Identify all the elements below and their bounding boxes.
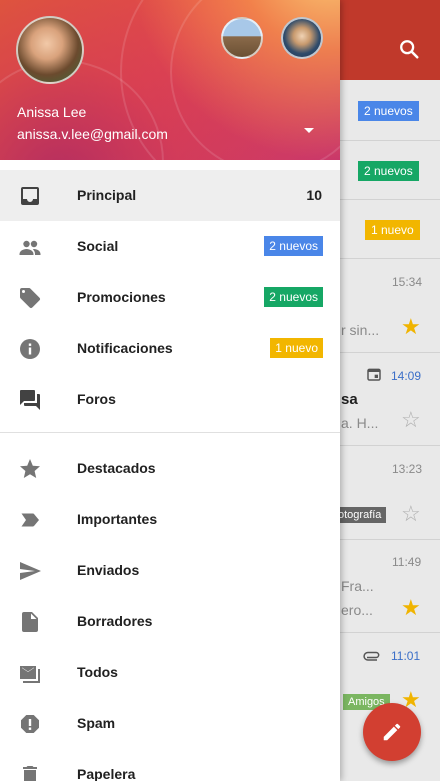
drawer-item-label: Spam xyxy=(77,715,116,731)
message-snippet: a. H... xyxy=(341,415,379,431)
drawer-item-promociones[interactable]: Promociones 2 nuevos xyxy=(0,272,340,323)
drawer-item-label: Importantes xyxy=(77,511,158,527)
drawer-item-notificaciones[interactable]: Notificaciones 1 nuevo xyxy=(0,323,340,374)
drawer-item-label: Enviados xyxy=(77,562,140,578)
attachment-icon xyxy=(362,647,382,668)
new-badge: 2 nuevos xyxy=(264,236,323,256)
star-icon[interactable]: ☆ xyxy=(401,409,421,431)
new-badge: 2 nuevos xyxy=(264,287,323,307)
tag-icon xyxy=(18,286,42,310)
divider xyxy=(340,199,440,200)
drawer-item-foros[interactable]: Foros xyxy=(0,374,340,425)
forum-icon xyxy=(18,388,42,412)
compose-button[interactable] xyxy=(363,703,421,761)
secondary-account-avatar[interactable] xyxy=(221,17,263,59)
account-header: Anissa Lee anissa.v.lee@gmail.com xyxy=(0,0,340,264)
message-time: 13:23 xyxy=(392,462,423,476)
drawer-item-papelera[interactable]: Papelera xyxy=(0,749,340,781)
divider xyxy=(340,352,440,353)
label-chip: otografía xyxy=(333,507,387,523)
star-icon xyxy=(18,457,42,481)
drawer-item-label: Foros xyxy=(77,391,116,407)
category-chip: 2 nuevos xyxy=(358,161,419,181)
secondary-account-avatar[interactable] xyxy=(281,17,323,59)
drawer-item-social[interactable]: Social 2 nuevos xyxy=(0,221,340,272)
navigation-drawer: Anissa Lee anissa.v.lee@gmail.com Princi… xyxy=(0,0,340,781)
draft-icon xyxy=(18,610,42,634)
star-icon[interactable]: ★ xyxy=(401,597,421,619)
star-icon[interactable]: ★ xyxy=(401,316,421,338)
drawer-item-label: Promociones xyxy=(77,289,166,305)
drawer-item-principal[interactable]: Principal 10 xyxy=(0,170,340,221)
divider xyxy=(340,539,440,540)
info-icon xyxy=(18,337,42,361)
message-snippet: ero... xyxy=(341,602,373,618)
drawer-item-label: Principal xyxy=(77,187,137,203)
drawer-item-label: Social xyxy=(77,238,119,254)
drawer-item-label: Todos xyxy=(77,664,118,680)
spam-icon xyxy=(18,712,42,736)
message-snippet: r sin... xyxy=(341,322,380,338)
drawer-item-spam[interactable]: Spam xyxy=(0,698,340,749)
drawer-divider xyxy=(0,432,340,433)
divider xyxy=(340,140,440,141)
divider xyxy=(340,258,440,259)
account-avatar[interactable] xyxy=(16,16,84,84)
search-icon[interactable] xyxy=(398,38,420,60)
calendar-icon xyxy=(366,366,382,387)
drawer-item-label: Notificaciones xyxy=(77,340,173,356)
inbox-icon xyxy=(18,184,42,208)
drawer-item-label: Destacados xyxy=(77,460,156,476)
message-time: 14:09 xyxy=(391,369,422,383)
trash-icon xyxy=(18,763,42,781)
message-time: 11:49 xyxy=(392,555,422,569)
account-email: anissa.v.lee@gmail.com xyxy=(17,126,168,142)
unread-count: 10 xyxy=(306,187,322,203)
account-name: Anissa Lee xyxy=(17,104,87,120)
drawer-item-borradores[interactable]: Borradores xyxy=(0,596,340,647)
all-mail-icon xyxy=(18,661,42,685)
category-chip: 2 nuevos xyxy=(358,101,419,121)
drawer-item-enviados[interactable]: Enviados xyxy=(0,545,340,596)
important-icon xyxy=(18,508,42,532)
people-icon xyxy=(18,235,42,259)
drawer-item-importantes[interactable]: Importantes xyxy=(0,494,340,545)
new-badge: 1 nuevo xyxy=(270,338,323,358)
divider xyxy=(340,445,440,446)
message-time: 11:01 xyxy=(391,649,421,663)
category-chip: 1 nuevo xyxy=(365,220,420,240)
star-icon[interactable]: ☆ xyxy=(401,503,421,525)
message-snippet: Fra... xyxy=(341,578,374,594)
message-subject: sa xyxy=(341,391,358,408)
drawer-item-label: Papelera xyxy=(77,766,136,781)
drawer-item-label: Borradores xyxy=(77,613,153,629)
divider xyxy=(340,632,440,633)
drawer-item-destacados[interactable]: Destacados xyxy=(0,443,340,494)
send-icon xyxy=(18,559,42,583)
drawer-item-todos[interactable]: Todos xyxy=(0,647,340,698)
message-time: 15:34 xyxy=(392,275,423,289)
account-dropdown-icon[interactable] xyxy=(304,128,314,133)
